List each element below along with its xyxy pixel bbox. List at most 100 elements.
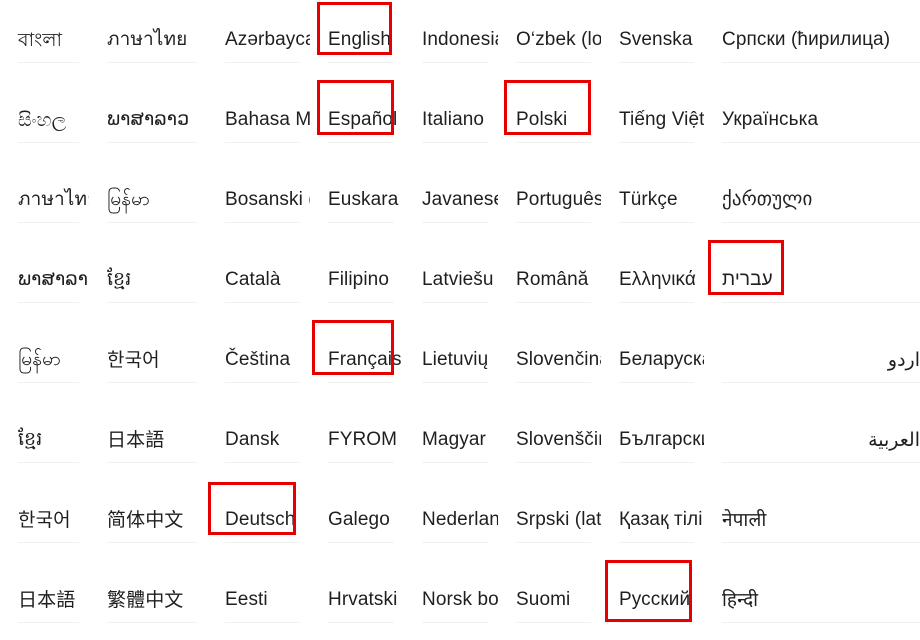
language-option-label: Filipino <box>328 268 389 290</box>
language-option[interactable]: ภาษาไทย <box>89 0 207 80</box>
language-option[interactable]: Eesti <box>207 560 310 640</box>
language-option-label: Slovenčina <box>516 348 601 370</box>
language-option[interactable]: ภาษาไทย <box>0 160 89 240</box>
language-option[interactable]: Svenska <box>601 0 704 80</box>
language-option[interactable]: Hrvatski <box>310 560 404 640</box>
language-option[interactable]: မြန်မာ <box>89 160 207 240</box>
language-option[interactable]: Slovenščina <box>498 400 601 480</box>
language-option[interactable]: Filipino <box>310 240 404 320</box>
language-option-label: ภาษาไทย <box>18 188 89 210</box>
language-option[interactable]: Slovenčina <box>498 320 601 400</box>
language-option[interactable]: ພາສາລາວ <box>0 240 89 320</box>
language-option[interactable]: नेपाली <box>704 480 920 560</box>
language-option-label: नेपाली <box>722 508 767 531</box>
language-option-label: ខ្មែរ <box>107 268 132 290</box>
language-option[interactable]: 日本語 <box>89 400 207 480</box>
language-option-label: Svenska <box>619 28 693 50</box>
language-option[interactable]: 繁體中文 <box>89 560 207 640</box>
language-option[interactable]: Беларуская <box>601 320 704 400</box>
language-option[interactable]: Čeština <box>207 320 310 400</box>
language-option[interactable]: Ελληνικά <box>601 240 704 320</box>
language-option-label: हिन्दी <box>722 588 759 611</box>
language-option[interactable]: Italiano <box>404 80 498 160</box>
language-option[interactable]: Nederlands <box>404 480 498 560</box>
language-option[interactable]: Español <box>310 80 404 160</box>
language-option[interactable]: Galego <box>310 480 404 560</box>
language-option[interactable]: Dansk <box>207 400 310 480</box>
language-option[interactable]: 简体中文 <box>89 480 207 560</box>
language-option[interactable]: Polski <box>498 80 601 160</box>
language-option[interactable]: Français <box>310 320 404 400</box>
language-option-label: Bosanski (latinica) <box>225 188 310 210</box>
language-option[interactable]: ខ្មែរ <box>0 400 89 480</box>
language-grid: বাংলা ภาษาไทย Azərbaycan English Indonesia O‘… <box>0 0 920 623</box>
language-option-label: ພາສາລາວ <box>107 108 190 130</box>
language-option[interactable]: Srpski (latinica) <box>498 480 601 560</box>
language-option-label: Slovenščina <box>516 428 601 450</box>
language-option[interactable]: Suomi <box>498 560 601 640</box>
language-option-label: Tiếng Việt <box>619 108 704 130</box>
language-option[interactable]: Magyar <box>404 400 498 480</box>
language-option-label: ខ្មែរ <box>18 428 43 450</box>
language-option[interactable]: සිංහල <box>0 80 89 160</box>
language-option[interactable]: Latviešu <box>404 240 498 320</box>
language-option[interactable]: 한국어 <box>0 480 89 560</box>
language-option[interactable]: Русский <box>601 560 704 640</box>
language-option[interactable]: Српски (ћирилица) <box>704 0 920 80</box>
language-option[interactable]: Deutsch <box>207 480 310 560</box>
language-option[interactable]: Українська <box>704 80 920 160</box>
language-option[interactable]: Português <box>498 160 601 240</box>
language-option[interactable]: 日本語 <box>0 560 89 640</box>
language-option-label: Bahasa Melayu <box>225 108 310 130</box>
language-option-label: Nederlands <box>422 508 498 530</box>
language-option[interactable]: 한국어 <box>89 320 207 400</box>
language-option[interactable]: اردو <box>704 320 920 400</box>
language-option-label: اردو <box>887 348 920 371</box>
language-option[interactable]: O‘zbek (lotin) <box>498 0 601 80</box>
language-option-label: Čeština <box>225 348 291 370</box>
language-option[interactable]: Norsk bokmål <box>404 560 498 640</box>
language-option-label: Português <box>516 188 601 210</box>
language-option-label: မြန်မာ <box>18 348 61 370</box>
language-option-label: မြန်မာ <box>107 188 150 210</box>
language-option[interactable]: Türkçe <box>601 160 704 240</box>
language-option-label: Српски (ћирилица) <box>722 28 891 50</box>
language-option[interactable]: Bosanski (latinica) <box>207 160 310 240</box>
language-option[interactable]: Tiếng Việt <box>601 80 704 160</box>
language-option-label: FYROM <box>328 428 398 450</box>
language-option[interactable]: Bahasa Melayu <box>207 80 310 160</box>
language-option[interactable]: Català <box>207 240 310 320</box>
language-option[interactable]: العربية <box>704 400 920 480</box>
language-option-label: 한국어 <box>107 348 160 371</box>
language-option[interactable]: Български <box>601 400 704 480</box>
language-option-label: Українська <box>722 108 819 130</box>
language-option-label: Euskara <box>328 188 399 210</box>
language-option[interactable]: Javanese (Jawa) <box>404 160 498 240</box>
language-option-label: ພາສາລາວ <box>18 268 89 290</box>
language-option[interactable]: Română <box>498 240 601 320</box>
language-option-label: සිංහල <box>18 108 67 131</box>
language-option-label: עברית <box>722 268 773 290</box>
language-option[interactable]: Euskara <box>310 160 404 240</box>
language-option-label: Русский <box>619 588 691 610</box>
language-option[interactable]: Indonesia <box>404 0 498 80</box>
language-option-label: Hrvatski <box>328 588 398 610</box>
language-option[interactable]: עברית <box>704 240 920 320</box>
language-option[interactable]: Azərbaycan <box>207 0 310 80</box>
language-option[interactable]: Қазақ тілі <box>601 480 704 560</box>
language-option[interactable]: English <box>310 0 404 80</box>
language-option[interactable]: ພາສາລາວ <box>89 80 207 160</box>
language-option-label: Norsk bokmål <box>422 588 498 610</box>
language-option[interactable]: ខ្មែរ <box>89 240 207 320</box>
language-option-label: 日本語 <box>18 588 76 611</box>
language-option-label: Azərbaycan <box>225 28 310 50</box>
language-option[interactable]: বাংলা <box>0 0 89 80</box>
language-option-label: Қазақ тілі <box>619 508 703 530</box>
language-option-label: Suomi <box>516 588 571 610</box>
language-option[interactable]: Lietuvių <box>404 320 498 400</box>
language-option[interactable]: FYROM <box>310 400 404 480</box>
language-option[interactable]: हिन्दी <box>704 560 920 640</box>
language-option[interactable]: ქართული <box>704 160 920 240</box>
language-option-label: English <box>328 28 392 50</box>
language-option[interactable]: မြန်မာ <box>0 320 89 400</box>
